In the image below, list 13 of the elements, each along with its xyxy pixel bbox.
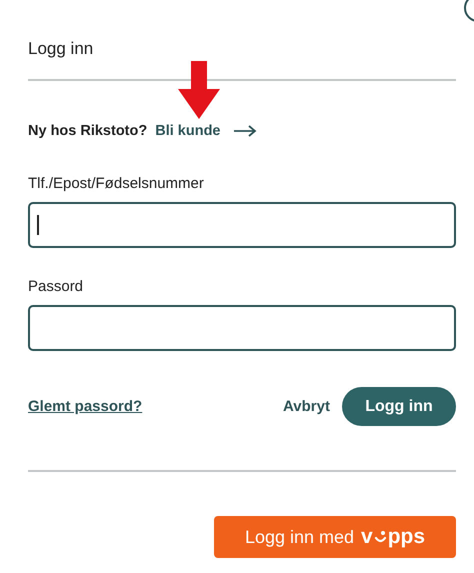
input-field[interactable] xyxy=(28,305,456,351)
forgot-password-link[interactable]: Glemt passord? xyxy=(28,398,142,415)
arrow-right-icon[interactable] xyxy=(232,125,256,137)
signup-link[interactable]: Bli kunde xyxy=(155,123,220,139)
signup-question: Ny hos Rikstoto? xyxy=(28,123,148,139)
field-label: Passord xyxy=(28,278,84,295)
cancel-button[interactable]: Avbryt xyxy=(283,398,330,415)
down-arrow-icon xyxy=(178,61,220,119)
smile-icon xyxy=(374,530,387,544)
page-title: Logg inn xyxy=(28,38,94,59)
field-label: Tlf./Epost/Fødselsnummer xyxy=(28,175,205,192)
input-field[interactable] xyxy=(28,202,456,248)
login-button[interactable]: Logg inn xyxy=(342,387,456,426)
